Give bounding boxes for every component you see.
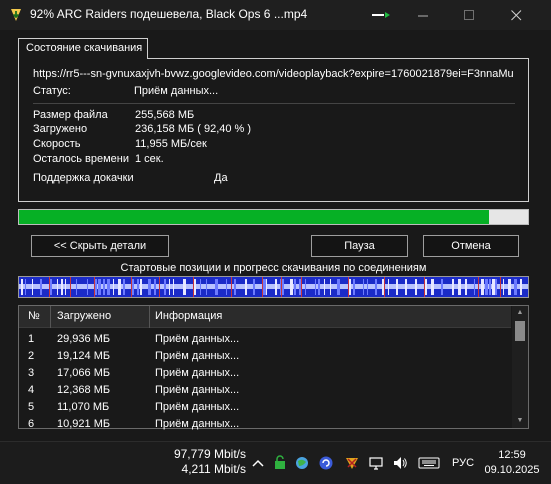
list-item[interactable]: 2 19,124 МБ Приём данных... [19,348,511,365]
column-divider[interactable] [149,306,150,328]
close-icon [510,9,521,20]
maximize-icon [463,9,474,20]
time-left-label: Осталось времени [33,153,130,165]
taskbar: 97,779 Mbit/s 4,211 Mbit/s РУС 12:59 09.… [0,441,551,484]
pin-icon[interactable] [370,9,394,23]
cancel-button[interactable]: Отмена [423,235,519,257]
keyboard-icon[interactable] [418,455,440,471]
globe-icon[interactable] [294,455,310,471]
list-scrollbar[interactable]: ▲ ▼ [512,306,528,428]
separator [33,103,515,104]
list-cell-info: Приём данных... [155,350,240,362]
list-cell-downloaded: 17,066 МБ [57,367,111,379]
speed-label: Скорость [33,138,81,150]
tab-download-status-label: Состояние скачивания [26,42,143,54]
scroll-down-icon[interactable]: ▼ [512,414,528,428]
list-cell-n: 3 [28,367,35,379]
time-left-value: 1 сек. [135,153,164,165]
list-cell-info: Приём данных... [155,401,240,413]
status-label: Статус: [33,85,71,97]
list-item[interactable]: 1 29,936 МБ Приём данных... [19,331,511,348]
list-cell-info: Приём данных... [155,384,240,396]
clock[interactable]: 12:59 09.10.2025 [478,448,546,478]
torrent-icon[interactable] [318,455,334,471]
list-cell-info: Приём данных... [155,418,240,430]
minimize-icon [417,15,428,16]
status-value: Приём данных... [134,85,219,97]
clock-date: 09.10.2025 [484,464,540,476]
downloaded-value: 236,158 МБ ( 92,40 % ) [135,123,252,135]
column-header-downloaded[interactable]: Загружено [57,310,111,322]
maximize-button[interactable] [446,0,492,30]
list-item[interactable]: 5 11,070 МБ Приём данных... [19,399,511,416]
list-cell-downloaded: 11,070 МБ [57,401,110,413]
list-item[interactable]: 4 12,368 МБ Приём данных... [19,382,511,399]
scroll-thumb[interactable] [515,321,525,341]
download-app-icon [11,9,21,21]
downloaded-label: Загружено [33,123,88,135]
network-speed[interactable]: 97,779 Mbit/s 4,211 Mbit/s [174,447,246,477]
resume-support-label: Поддержка докачки [33,172,134,184]
list-cell-downloaded: 29,936 МБ [57,333,111,345]
column-header-info[interactable]: Информация [155,310,222,322]
connections-progress-bar [18,276,529,298]
clock-time: 12:59 [498,449,526,461]
volume-icon[interactable] [392,455,408,471]
column-header-number[interactable]: № [28,310,40,322]
connections-caption: Стартовые позиции и прогресс скачивания … [120,262,427,274]
list-cell-info: Приём данных... [155,367,240,379]
minimize-button[interactable] [400,0,446,30]
list-cell-n: 1 [28,333,35,345]
chevron-up-icon[interactable] [250,455,266,471]
screen-icon[interactable] [368,455,384,471]
title-bar[interactable]: 92% ARC Raiders подешевела, Black Ops 6 … [0,0,551,30]
download-url: https://rr5---sn-gvnuxaxjvh-bvwz.googlev… [33,68,514,80]
list-cell-downloaded: 12,368 МБ [57,384,111,396]
download-progress-fill [19,210,490,224]
scroll-up-icon[interactable]: ▲ [512,306,528,320]
game-icon[interactable] [344,455,360,471]
download-status-panel: https://rr5---sn-gvnuxaxjvh-bvwz.googlev… [18,58,529,202]
download-progress-bar [18,209,529,225]
list-cell-n: 4 [28,384,35,396]
list-cell-downloaded: 19,124 МБ [57,350,111,362]
security-icon[interactable] [272,455,288,471]
language-indicator[interactable]: РУС [452,457,474,469]
column-divider[interactable] [50,306,51,328]
connections-list[interactable]: № Загружено Информация 1 29,936 МБ Приём д… [18,305,529,430]
list-item[interactable]: 3 17,066 МБ Приём данных... [19,365,511,382]
list-cell-downloaded: 10,921 МБ [57,418,111,430]
list-cell-info: Приём данных... [155,333,240,345]
tab-download-status[interactable]: Состояние скачивания [18,38,148,59]
net-upload-speed: 4,211 Mbit/s [181,462,246,476]
file-size-value: 255,568 МБ [135,109,195,121]
close-button[interactable] [493,0,539,30]
hide-details-button[interactable]: << Скрыть детали [31,235,169,257]
list-cell-n: 6 [28,418,35,430]
list-cell-n: 2 [28,350,35,362]
list-item[interactable]: 6 10,921 МБ Приём данных... [19,416,511,433]
speed-value: 11,955 МБ/сек [135,138,207,150]
list-header: № Загружено Информация [19,306,511,328]
list-cell-n: 5 [28,401,35,413]
file-size-label: Размер файла [33,109,108,121]
window-title: 92% ARC Raiders подешевела, Black Ops 6 … [30,7,308,21]
download-progress-window: 92% ARC Raiders подешевела, Black Ops 6 … [0,0,551,441]
resume-support-value: Да [214,172,228,184]
connections-segments [19,277,528,297]
pause-button[interactable]: Пауза [311,235,408,257]
net-download-speed: 97,779 Mbit/s [173,447,246,461]
